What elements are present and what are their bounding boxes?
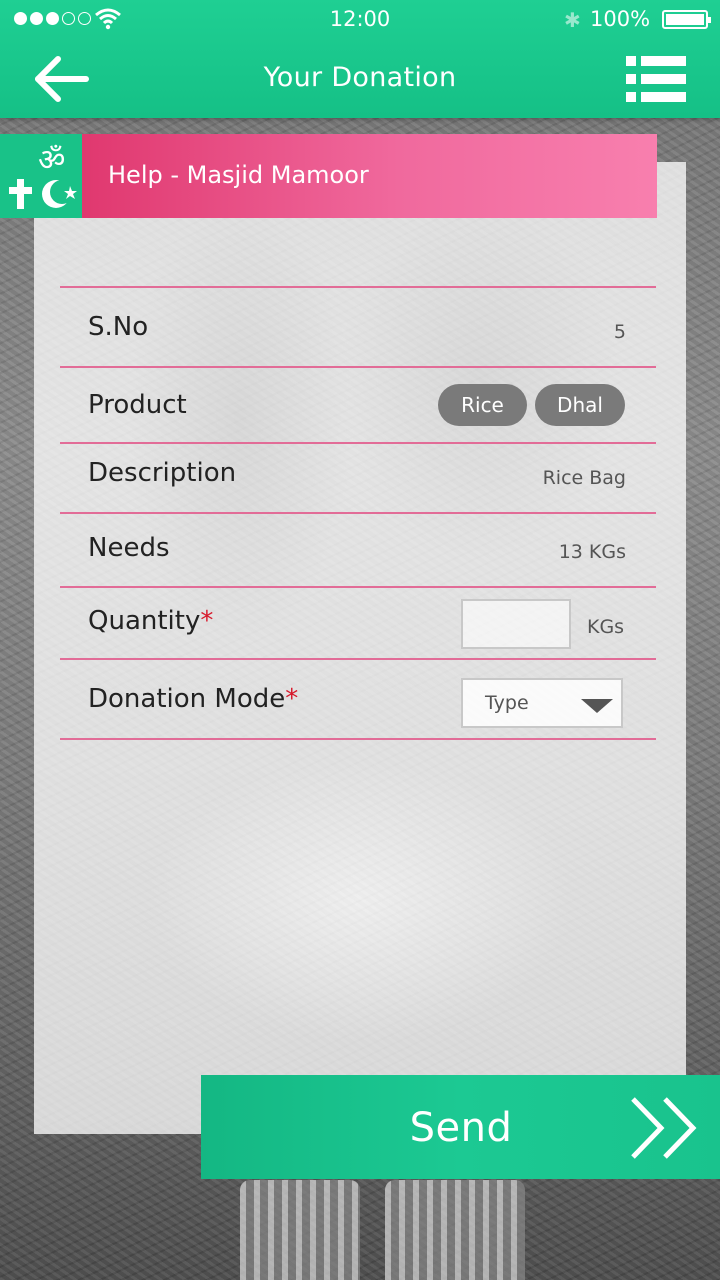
needs-value: 13 KGs: [558, 541, 626, 563]
status-bar: 12:00 ✱ 100%: [0, 0, 720, 40]
product-chip-dhal[interactable]: Dhal: [535, 384, 625, 426]
battery-icon: [662, 10, 711, 29]
app-header: 12:00 ✱ 100% Your Donation: [0, 0, 720, 118]
donation-mode-label-text: Donation Mode: [88, 684, 286, 714]
bluetooth-icon: ✱: [564, 8, 581, 32]
required-marker: *: [200, 606, 214, 636]
divider: [60, 286, 656, 288]
sno-label: S.No: [88, 312, 149, 342]
description-value: Rice Bag: [542, 467, 626, 489]
donation-card: [34, 162, 686, 1134]
product-chip-rice[interactable]: Rice: [438, 384, 527, 426]
product-label: Product: [88, 390, 187, 420]
page-title: Your Donation: [263, 62, 457, 93]
card-title: Help - Masjid Mamoor: [108, 161, 369, 189]
required-marker: *: [285, 684, 299, 714]
battery-percentage: 100%: [590, 7, 651, 31]
send-button[interactable]: Send: [201, 1075, 720, 1179]
religion-symbols-icon: ॐ: [0, 134, 82, 218]
description-label: Description: [88, 458, 237, 488]
quantity-label: Quantity*: [88, 606, 213, 636]
quantity-input[interactable]: [461, 599, 571, 649]
quantity-label-text: Quantity: [88, 606, 201, 636]
background-shoe-left: [240, 1180, 360, 1280]
svg-text:ॐ: ॐ: [38, 143, 65, 178]
divider: [60, 586, 656, 588]
background-shoe-right: [385, 1180, 525, 1280]
divider: [60, 442, 656, 444]
donation-mode-label: Donation Mode*: [88, 684, 298, 714]
needs-label: Needs: [88, 533, 170, 563]
list-icon[interactable]: [626, 56, 686, 102]
divider: [60, 658, 656, 660]
sno-value: 5: [613, 321, 626, 343]
divider: [60, 738, 656, 740]
divider: [60, 512, 656, 514]
divider: [60, 366, 656, 368]
double-chevron-right-icon: [631, 1097, 697, 1159]
quantity-unit: KGs: [587, 616, 625, 638]
donation-mode-select[interactable]: Type: [461, 678, 623, 728]
chevron-down-icon: [581, 699, 613, 713]
donation-mode-selected: Type: [485, 692, 529, 714]
card-title-banner: Help - Masjid Mamoor: [82, 134, 657, 218]
